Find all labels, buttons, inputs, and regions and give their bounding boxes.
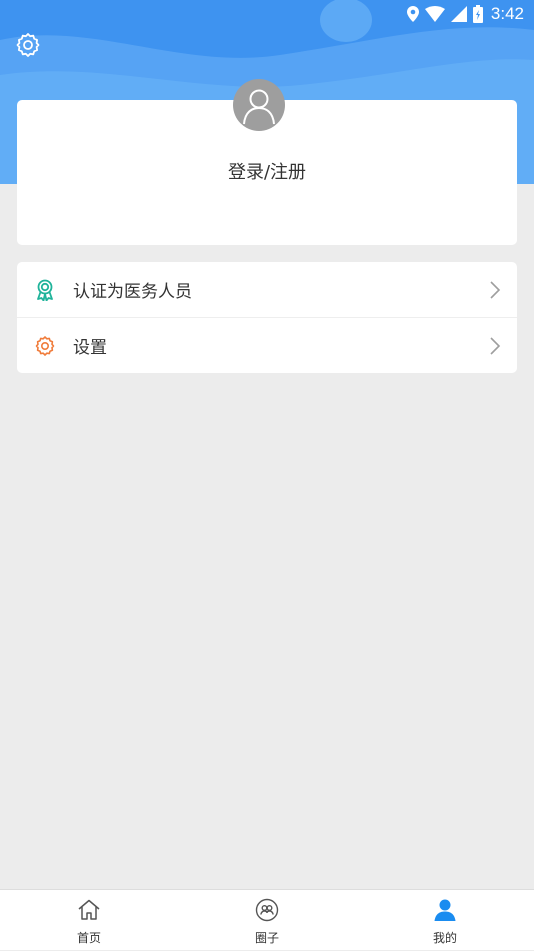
status-time: 3:42 [490, 4, 524, 23]
location-icon [406, 6, 419, 22]
nav-tab-mine[interactable]: 我的 [356, 890, 534, 951]
signal-icon [450, 6, 467, 22]
nav-tab-home[interactable]: 首页 [0, 890, 178, 951]
menu-item-settings[interactable]: 设置 [17, 317, 517, 373]
person-icon [434, 899, 456, 921]
menu-item-label: 设置 [73, 338, 107, 358]
bottom-nav: 首页 圈子 我的 [0, 889, 534, 950]
nav-tab-label: 圈子 [254, 931, 279, 945]
menu-item-certify-medical[interactable]: 认证为医务人员 [17, 262, 517, 317]
status-bar: 3:42 [0, 0, 534, 28]
nav-tab-label: 首页 [76, 931, 101, 945]
login-register-link[interactable]: 登录/注册 [17, 158, 517, 184]
home-icon [78, 899, 100, 920]
menu-item-label: 认证为医务人员 [73, 282, 192, 302]
battery-icon [472, 5, 483, 23]
gear-icon [35, 336, 55, 356]
avatar[interactable] [233, 79, 285, 131]
settings-gear-button[interactable] [14, 31, 42, 59]
nav-tab-label: 我的 [432, 931, 457, 945]
nav-tab-circle[interactable]: 圈子 [178, 890, 356, 951]
person-avatar-icon [243, 89, 275, 125]
gear-icon [16, 33, 40, 57]
wifi-icon [424, 6, 445, 22]
circle-group-icon [255, 898, 279, 922]
medal-icon [37, 279, 53, 301]
chevron-right-icon [490, 281, 501, 299]
chevron-right-icon [490, 337, 501, 355]
menu-card: 认证为医务人员 设置 [17, 262, 517, 373]
